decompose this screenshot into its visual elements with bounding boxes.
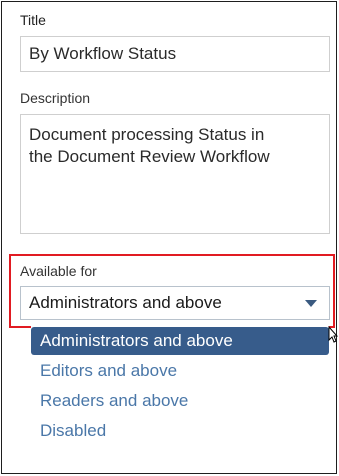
title-label: Title [20,12,46,28]
description-label: Description [20,90,91,106]
available-for-dropdown-list: Administrators and above Editors and abo… [31,325,329,449]
dropdown-option-disabled[interactable]: Disabled [31,417,329,445]
chevron-down-icon[interactable] [305,300,317,307]
dropdown-option-readers[interactable]: Readers and above [31,387,329,415]
dropdown-option-administrators[interactable]: Administrators and above [31,327,329,355]
mouse-pointer-icon [328,326,338,343]
available-for-select[interactable]: Administrators and above [20,286,330,320]
description-textarea[interactable]: Document processing Status in the Docume… [20,114,330,234]
available-for-selected-value: Administrators and above [29,293,222,312]
available-for-label: Available for [20,263,97,279]
dropdown-option-editors[interactable]: Editors and above [31,357,329,385]
title-input[interactable]: By Workflow Status [20,36,330,72]
